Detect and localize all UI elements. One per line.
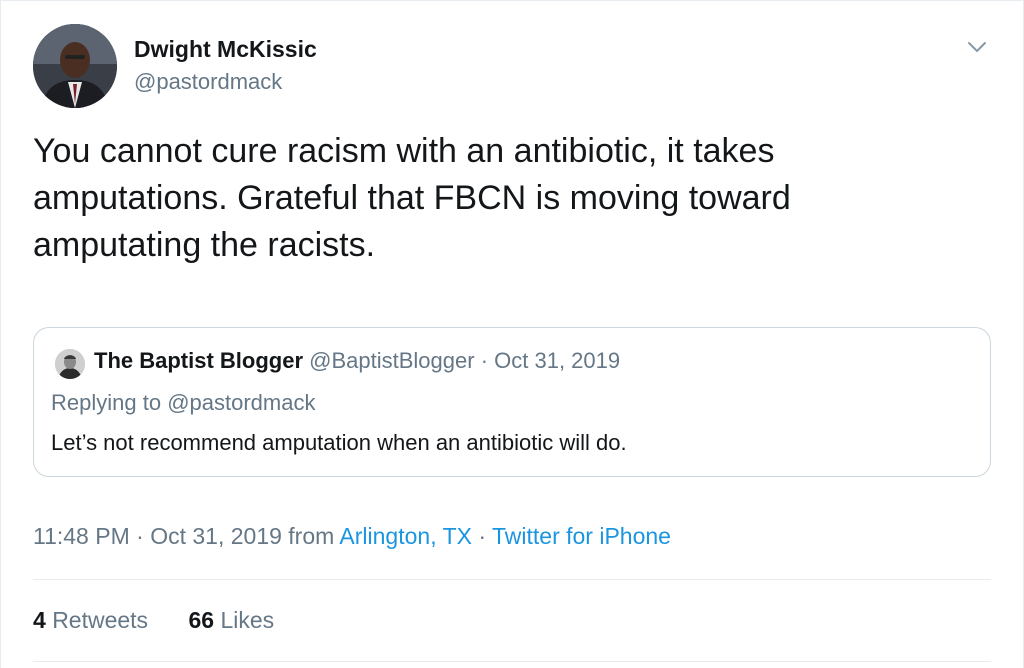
tweet-stats: 4 Retweets 66 Likes	[33, 607, 308, 634]
quoted-replying-to: Replying to @pastordmack	[51, 390, 315, 416]
likes-stat[interactable]: 66 Likes	[188, 607, 274, 634]
meta-separator-2: ·	[478, 523, 487, 549]
from-label: from	[288, 523, 335, 549]
likes-label: Likes	[220, 607, 275, 633]
quoted-author-name: The Baptist Blogger	[94, 348, 304, 373]
location-link[interactable]: Arlington, TX	[339, 523, 472, 549]
retweets-label: Retweets	[52, 607, 149, 633]
likes-count: 66	[188, 607, 215, 633]
quoted-tweet[interactable]: The Baptist Blogger @BaptistBlogger · Oc…	[33, 327, 991, 477]
replying-handle: @pastordmack	[167, 390, 316, 415]
retweets-stat[interactable]: 4 Retweets	[33, 607, 148, 634]
replying-prefix: Replying to	[51, 390, 162, 415]
divider	[33, 579, 991, 580]
tweet-text: You cannot cure racism with an antibioti…	[33, 132, 791, 264]
author-handle[interactable]: @pastordmack	[134, 69, 282, 95]
author-name[interactable]: Dwight McKissic	[134, 36, 317, 63]
quoted-text: Let’s not recommend amputation when an a…	[51, 430, 627, 455]
chevron-down-icon[interactable]	[965, 35, 989, 59]
divider-bottom	[33, 661, 991, 662]
quoted-separator: ·	[480, 348, 489, 373]
tweet-meta: 11:48 PM · Oct 31, 2019 from Arlington, …	[33, 523, 671, 550]
meta-separator: ·	[136, 523, 144, 549]
quoted-header: The Baptist Blogger @BaptistBlogger · Oc…	[94, 348, 620, 374]
quoted-date: Oct 31, 2019	[494, 348, 621, 373]
quoted-author-avatar	[55, 349, 85, 379]
author-avatar[interactable]	[33, 24, 117, 108]
tweet-time[interactable]: 11:48 PM	[33, 523, 130, 549]
tweet-card: Dwight McKissic @pastordmack You cannot …	[0, 0, 1024, 668]
source-link[interactable]: Twitter for iPhone	[492, 523, 671, 549]
tweet-date[interactable]: Oct 31, 2019	[150, 523, 282, 549]
quoted-author-handle: @BaptistBlogger	[309, 348, 475, 373]
retweets-count: 4	[33, 607, 46, 633]
